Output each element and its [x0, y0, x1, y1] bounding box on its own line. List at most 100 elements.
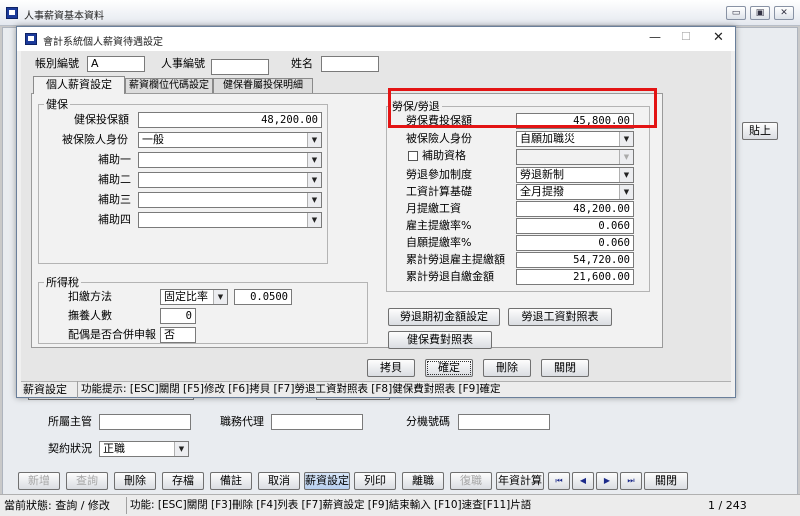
subsidy-4-select[interactable]: ▼: [138, 212, 322, 228]
tax-rate-input[interactable]: 0.0500: [234, 289, 292, 305]
toolbar-salary-settings-button[interactable]: 薪資設定: [304, 472, 350, 490]
chevron-down-icon: ▼: [174, 442, 188, 456]
dependents-input[interactable]: 0: [160, 308, 196, 324]
dialog-minimize-icon[interactable]: —: [649, 30, 661, 44]
toolbar-resign-button[interactable]: 離職: [402, 472, 444, 490]
outer-close-button[interactable]: 關閉: [644, 472, 688, 490]
minimize-icon[interactable]: ▭: [726, 6, 746, 20]
cum-employer-input[interactable]: 54,720.00: [516, 252, 634, 268]
tab-salary-field-codes[interactable]: 薪資欄位代碼設定: [125, 78, 213, 94]
labor-identity-value: 自願加職災: [520, 132, 575, 145]
cum-self-input[interactable]: 21,600.00: [516, 269, 634, 285]
cum-self-label: 累計勞退自繳金額: [406, 270, 494, 283]
contract-select-value: 正職: [103, 442, 125, 455]
health-identity-label: 被保險人身份: [62, 133, 128, 146]
tax-method-value: 固定比率: [164, 290, 208, 303]
health-premium-input[interactable]: 48,200.00: [138, 112, 322, 128]
dialog-title: 會計系統個人薪資待遇設定: [43, 37, 163, 48]
emp-no-input[interactable]: [211, 59, 269, 75]
tab-health-dependents[interactable]: 健保眷屬投保明細: [213, 78, 313, 94]
personal-salary-panel: 健保 健保投保額 48,200.00 被保險人身份 一般 ▼ 補助一 ▼ 補助二…: [31, 93, 663, 349]
health-premium-table-button[interactable]: 健保費對照表: [388, 331, 492, 349]
tax-group-title: 所得稅: [44, 276, 81, 289]
toolbar-new-button[interactable]: 新增: [18, 472, 60, 490]
salary-settings-dialog: 會計系統個人薪資待遇設定 — ☐ ✕ 帳別編號 A 人事編號 姓名 個人薪資設定…: [16, 26, 736, 398]
subsidy-2-select[interactable]: ▼: [138, 172, 322, 188]
labor-identity-select[interactable]: 自願加職災 ▼: [516, 131, 634, 147]
chevron-down-icon: ▼: [619, 168, 633, 182]
pension-initial-amount-button[interactable]: 勞退期初金額設定: [388, 308, 500, 326]
spouse-combined-label: 配偶是否合併申報: [68, 328, 156, 341]
highlight-box: [388, 88, 657, 128]
outer-title-bar: 人事薪資基本資料 ▭ ▣ ✕: [0, 0, 800, 26]
first-record-icon[interactable]: ⏮: [548, 472, 570, 490]
extension-input[interactable]: [458, 414, 550, 430]
health-identity-value: 一般: [142, 133, 164, 146]
subsidy-1-select[interactable]: ▼: [138, 152, 322, 168]
toolbar-delete-button[interactable]: 刪除: [114, 472, 156, 490]
copy-button[interactable]: 拷貝: [367, 359, 415, 377]
pension-wage-table-button[interactable]: 勞退工資對照表: [508, 308, 612, 326]
dialog-logo-icon: [25, 33, 37, 45]
toolbar-save-button[interactable]: 存檔: [162, 472, 204, 490]
deputy-input[interactable]: [271, 414, 363, 430]
toolbar-cancel-button[interactable]: 取消: [258, 472, 300, 490]
account-no-label: 帳別編號: [35, 57, 79, 70]
toolbar-remark-button[interactable]: 備註: [210, 472, 252, 490]
pension-system-select[interactable]: 勞退新制 ▼: [516, 167, 634, 183]
chevron-down-icon: ▼: [307, 173, 321, 187]
dependents-label: 撫養人數: [68, 309, 112, 322]
subsidy-eligibility-checkbox[interactable]: [408, 151, 418, 161]
tax-method-select[interactable]: 固定比率 ▼: [160, 289, 228, 305]
subsidy-1-label: 補助一: [98, 153, 131, 166]
last-record-icon[interactable]: ⏭: [620, 472, 642, 490]
wage-basis-label: 工資計算基礎: [406, 185, 472, 198]
labor-identity-label: 被保險人身份: [406, 132, 472, 145]
contract-label: 契約狀況: [48, 442, 92, 455]
tax-method-label: 扣繳方法: [68, 290, 112, 303]
supervisor-label: 所屬主管: [48, 415, 92, 428]
health-identity-select[interactable]: 一般 ▼: [138, 132, 322, 148]
toolbar-seniority-button[interactable]: 年資計算: [496, 472, 544, 490]
close-icon[interactable]: ✕: [774, 6, 794, 20]
outer-status-text: 當前狀態: 查詢 / 修改: [4, 499, 110, 512]
pension-system-value: 勞退新制: [520, 168, 564, 181]
toolbar-query-button[interactable]: 查詢: [66, 472, 108, 490]
dialog-status-bar: 薪資設定 功能提示: [ESC]關閉 [F5]修改 [F6]拷貝 [F7]勞退工…: [21, 381, 731, 398]
spouse-combined-input[interactable]: 否: [160, 327, 196, 343]
contract-select[interactable]: 正職 ▼: [99, 441, 189, 457]
toolbar-print-button[interactable]: 列印: [354, 472, 396, 490]
name-input[interactable]: [321, 56, 379, 72]
delete-button[interactable]: 刪除: [483, 359, 531, 377]
chevron-down-icon: ▼: [619, 132, 633, 146]
subsidy-eligibility-select[interactable]: ▼: [516, 149, 634, 165]
dialog-close-button[interactable]: 關閉: [541, 359, 589, 377]
chevron-down-icon: ▼: [307, 133, 321, 147]
dialog-close-icon[interactable]: ✕: [713, 30, 724, 45]
employer-rate-input[interactable]: 0.060: [516, 218, 634, 234]
subsidy-3-select[interactable]: ▼: [138, 192, 322, 208]
cum-employer-label: 累計勞退雇主提繳額: [406, 253, 505, 266]
account-no-input[interactable]: A: [87, 56, 145, 72]
dialog-status-mode: 薪資設定: [23, 383, 67, 396]
monthly-wage-input[interactable]: 48,200.00: [516, 201, 634, 217]
confirm-button[interactable]: 確定: [425, 359, 473, 377]
subsidy-4-label: 補助四: [98, 213, 131, 226]
dialog-maximize-icon[interactable]: ☐: [681, 30, 691, 43]
employer-rate-label: 雇主提繳率%: [406, 219, 472, 232]
tab-personal-salary[interactable]: 個人薪資設定: [33, 76, 125, 94]
deputy-label: 職務代理: [220, 415, 264, 428]
dialog-status-hint: 功能提示: [ESC]關閉 [F5]修改 [F6]拷貝 [F7]勞退工資對照表 …: [77, 381, 500, 398]
next-record-icon[interactable]: ▶: [596, 472, 618, 490]
subsidy-3-label: 補助三: [98, 193, 131, 206]
self-rate-input[interactable]: 0.060: [516, 235, 634, 251]
wage-basis-select[interactable]: 全月提撥 ▼: [516, 184, 634, 200]
paste-button[interactable]: 貼上: [742, 122, 778, 140]
emp-no-label: 人事編號: [161, 57, 205, 70]
supervisor-input[interactable]: [99, 414, 191, 430]
chevron-down-icon: ▼: [307, 213, 321, 227]
wage-basis-value: 全月提撥: [520, 185, 564, 198]
toolbar-reinstate-button[interactable]: 復職: [450, 472, 492, 490]
prev-record-icon[interactable]: ◀: [572, 472, 594, 490]
maximize-icon[interactable]: ▣: [750, 6, 770, 20]
